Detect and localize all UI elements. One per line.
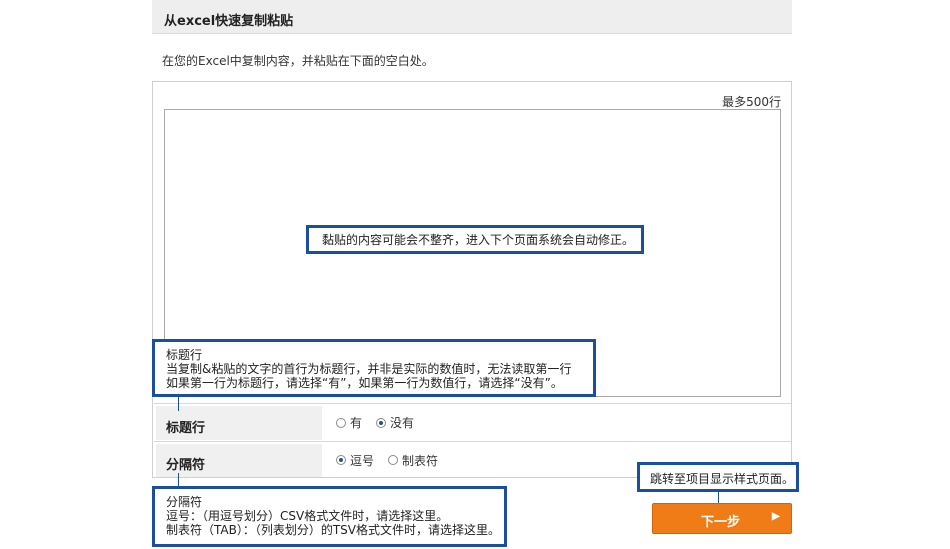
paste-note-callout: 黏贴的内容可能会不整齐，进入下个页面系统会自动修正。: [306, 225, 644, 254]
header-callout-line2: 如果第一行为标题行，请选择“有”，如果第一行为数值行，请选择“没有”。: [166, 376, 563, 390]
delimiter-option-comma-label: 逗号: [350, 453, 375, 468]
header-row-callout: 标题行 当复制&粘贴的文字的首行为标题行，并非是实际的数值时，无法读取第一行 如…: [152, 339, 596, 397]
next-step-button[interactable]: 下一步 ▶: [652, 503, 792, 534]
header-row-options: 有 没有: [336, 404, 414, 441]
delimiter-callout-line1: 逗号：（用逗号划分）CSV格式文件时，请选择这里。: [166, 509, 449, 523]
delimiter-callout-title: 分隔符: [166, 495, 203, 509]
header-option-yes[interactable]: 有: [336, 414, 362, 431]
delimiter-option-comma[interactable]: 逗号: [336, 452, 374, 469]
header-callout-title: 标题行: [166, 348, 203, 362]
header-callout-connector: [178, 397, 179, 411]
header-row-label: 标题行: [166, 421, 206, 436]
triangle-right-icon: ▶: [772, 511, 780, 522]
header-option-no-label: 没有: [390, 416, 415, 430]
instruction-text: 在您的Excel中复制内容，并粘贴在下面的空白处。: [162, 54, 434, 68]
delimiter-options: 逗号 制表符: [336, 442, 438, 478]
max-rows-label: 最多500行: [722, 95, 781, 109]
radio-checked-icon[interactable]: [376, 417, 387, 428]
next-step-callout: 跳转至项目显示样式页面。: [637, 462, 799, 492]
paste-note-text: 黏贴的内容可能会不整齐，进入下个页面系统会自动修正。: [322, 233, 635, 247]
header-option-no[interactable]: 没有: [376, 414, 414, 431]
section-header: 从excel快速复制粘贴: [152, 0, 792, 34]
delimiter-callout-connector: [178, 473, 179, 486]
delimiter-label-cell: 分隔符: [156, 444, 322, 477]
delimiter-label: 分隔符: [166, 458, 206, 473]
header-row-setting: 标题行 有 没有: [154, 403, 791, 441]
radio-unchecked-icon[interactable]: [388, 455, 399, 465]
radio-checked-icon[interactable]: [336, 455, 346, 465]
header-option-yes-label: 有: [350, 416, 363, 430]
paste-panel: 最多500行 标题行 有 没有 分隔符 逗号 制表符: [152, 81, 792, 478]
header-row-label-cell: 标题行: [156, 406, 322, 440]
header-callout-line1: 当复制&粘贴的文字的首行为标题行，并非是实际的数值时，无法读取第一行: [166, 362, 572, 376]
delimiter-callout: 分隔符 逗号：（用逗号划分）CSV格式文件时，请选择这里。 制表符（TAB）：（…: [152, 486, 507, 547]
radio-unchecked-icon[interactable]: [336, 417, 346, 428]
delimiter-option-tab[interactable]: 制表符: [388, 452, 438, 469]
next-callout-connector: [718, 492, 719, 503]
section-title: 从excel快速复制粘贴: [164, 14, 294, 29]
delimiter-option-tab-label: 制表符: [402, 453, 439, 468]
delimiter-callout-line2: 制表符（TAB）：（列表划分）的TSV格式文件时，请选择这里。: [166, 523, 500, 537]
next-step-label: 下一步: [701, 514, 741, 529]
next-step-callout-text: 跳转至项目显示样式页面。: [650, 472, 795, 486]
